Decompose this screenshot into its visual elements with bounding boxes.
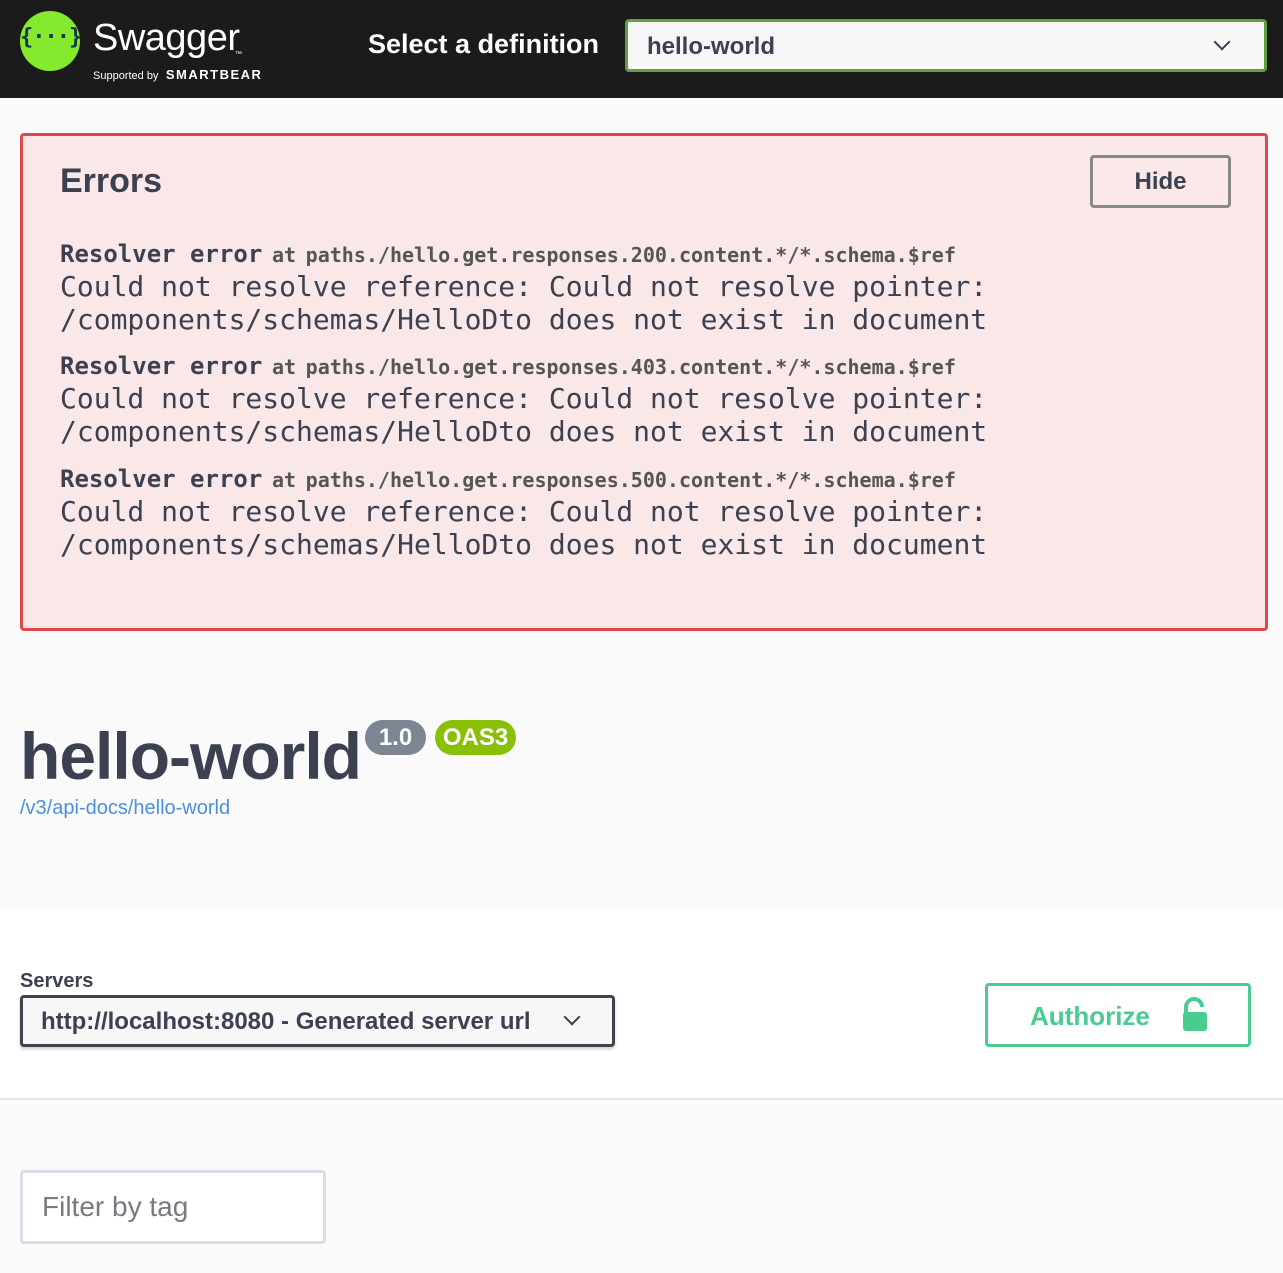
error-head: Resolver error	[60, 240, 263, 268]
error-at: at	[271, 355, 297, 379]
error-message-line: Could not resolve reference: Could not r…	[60, 495, 988, 528]
api-title: hello-world	[20, 719, 362, 793]
error-head: Resolver error	[60, 352, 263, 380]
supported-by-text: Supported by	[93, 70, 159, 82]
logo-subtitle: Supported by SMARTBEAR	[93, 66, 262, 84]
spec-url-link[interactable]: /v3/api-docs/hello-world	[20, 797, 230, 820]
chevron-down-icon	[563, 1008, 581, 1026]
logo-wordmark: Swagger	[93, 17, 240, 59]
chevron-down-icon	[1213, 33, 1231, 51]
error-message-line: /components/schemas/HelloDto does not ex…	[60, 303, 988, 336]
swagger-logo[interactable]: {···} Swagger ™ Supported by SMARTBEAR	[20, 11, 280, 83]
error-message-line: /components/schemas/HelloDto does not ex…	[60, 415, 988, 448]
error-path: paths./hello.get.responses.500.content.*…	[305, 468, 956, 492]
swagger-logo-icon: {···}	[20, 11, 82, 71]
error-item: Resolver error at paths./hello.get.respo…	[60, 352, 987, 448]
definition-select[interactable]: hello-world	[625, 19, 1267, 72]
error-path: paths./hello.get.responses.200.content.*…	[305, 243, 956, 267]
errors-panel: Errors Hide Resolver error at paths./hel…	[20, 133, 1268, 631]
error-message-line: Could not resolve reference: Could not r…	[60, 382, 988, 415]
error-path: paths./hello.get.responses.403.content.*…	[305, 355, 956, 379]
smartbear-brand: SMARTBEAR	[165, 67, 263, 82]
server-select-value: http://localhost:8080 - Generated server…	[41, 1008, 531, 1035]
authorize-label: Authorize	[1030, 1001, 1150, 1031]
authorize-button[interactable]: Authorize	[985, 983, 1251, 1047]
topbar: {···} Swagger ™ Supported by SMARTBEAR S…	[0, 0, 1283, 98]
unlocked-lock-icon	[1183, 997, 1207, 1031]
error-head: Resolver error	[60, 465, 263, 493]
errors-title: Errors	[60, 162, 163, 200]
logo-glyph: {···}	[20, 25, 82, 50]
logo-trademark: ™	[235, 51, 242, 58]
error-at: at	[271, 243, 297, 267]
oas-version-badge: OAS3	[435, 720, 516, 755]
hide-errors-button[interactable]: Hide	[1090, 155, 1231, 208]
definition-select-label: Select a definition	[368, 29, 600, 59]
error-message-line: Could not resolve reference: Could not r…	[60, 270, 988, 303]
servers-label: Servers	[20, 970, 94, 992]
definition-select-value: hello-world	[647, 33, 775, 60]
scheme-container: Servers http://localhost:8080 - Generate…	[0, 910, 1283, 1100]
error-at: at	[271, 468, 297, 492]
error-item: Resolver error at paths./hello.get.respo…	[60, 465, 987, 561]
version-badge: 1.0	[365, 720, 426, 755]
error-item: Resolver error at paths./hello.get.respo…	[60, 240, 987, 336]
error-message-line: /components/schemas/HelloDto does not ex…	[60, 528, 988, 561]
server-select[interactable]: http://localhost:8080 - Generated server…	[20, 995, 615, 1047]
filter-by-tag-input[interactable]	[20, 1170, 326, 1244]
